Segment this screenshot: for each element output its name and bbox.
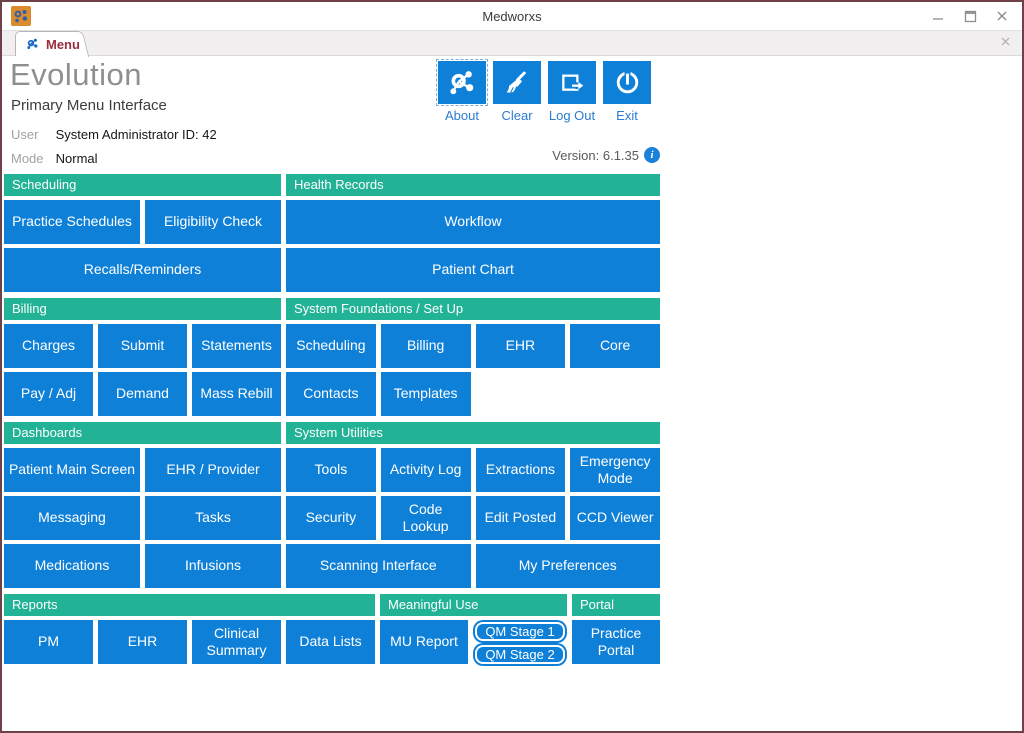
- mass-rebill-button[interactable]: Mass Rebill: [192, 372, 281, 416]
- infusions-button[interactable]: Infusions: [145, 544, 281, 588]
- broom-icon: [493, 61, 541, 104]
- info-icon[interactable]: i: [644, 147, 660, 163]
- practice-schedules-button[interactable]: Practice Schedules: [4, 200, 140, 244]
- version-row: Version: 6.1.35 i: [552, 147, 660, 163]
- exit-button[interactable]: Exit: [603, 61, 651, 123]
- my-preferences-button[interactable]: My Preferences: [476, 544, 661, 588]
- contacts-button[interactable]: Contacts: [286, 372, 376, 416]
- logout-label: Log Out: [548, 108, 596, 123]
- power-icon: [603, 61, 651, 104]
- window-controls: [930, 8, 1022, 24]
- medications-button[interactable]: Medications: [4, 544, 140, 588]
- foundations-ehr-button[interactable]: EHR: [476, 324, 566, 368]
- window-title: Medworxs: [2, 9, 1022, 24]
- statements-button[interactable]: Statements: [192, 324, 281, 368]
- main-content: Evolution Primary Menu Interface About: [2, 56, 1022, 731]
- reports-ehr-button[interactable]: EHR: [98, 620, 187, 664]
- maximize-icon[interactable]: [962, 8, 978, 24]
- messaging-button[interactable]: Messaging: [4, 496, 140, 540]
- tab-menu[interactable]: Menu: [15, 31, 77, 56]
- patient-chart-button[interactable]: Patient Chart: [286, 248, 660, 292]
- mode-row: Mode Normal: [11, 151, 98, 166]
- mode-label: Mode: [11, 151, 52, 166]
- tasks-button[interactable]: Tasks: [145, 496, 281, 540]
- workflow-button[interactable]: Workflow: [286, 200, 660, 244]
- molecule-icon: [438, 61, 486, 104]
- about-button[interactable]: About: [438, 61, 486, 123]
- section-header-dashboards: Dashboards: [4, 422, 281, 444]
- page-subtitle: Primary Menu Interface: [11, 97, 167, 114]
- clear-label: Clear: [493, 108, 541, 123]
- minimize-icon[interactable]: [930, 8, 946, 24]
- tab-strip: Menu: [2, 30, 1022, 56]
- section-scheduling: Scheduling Practice Schedules Eligibilit…: [4, 174, 281, 292]
- emergency-mode-button[interactable]: Emergency Mode: [570, 448, 660, 492]
- pay-adj-button[interactable]: Pay / Adj: [4, 372, 93, 416]
- section-dashboards: Dashboards Patient Main Screen EHR / Pro…: [4, 422, 281, 588]
- section-header-utilities: System Utilities: [286, 422, 660, 444]
- section-meaningful-use: Meaningful Use MU Report QM Stage 1 QM S…: [380, 594, 567, 666]
- section-reports: Reports PM EHR Clinical Summary Data Lis…: [4, 594, 375, 666]
- close-icon[interactable]: [994, 8, 1010, 24]
- section-header-meaningful-use: Meaningful Use: [380, 594, 567, 616]
- app-window: Medworxs Me: [0, 0, 1024, 733]
- security-button[interactable]: Security: [286, 496, 376, 540]
- clinical-summary-button[interactable]: Clinical Summary: [192, 620, 281, 664]
- section-header-billing: Billing: [4, 298, 281, 320]
- menu-grid: Scheduling Practice Schedules Eligibilit…: [4, 174, 660, 672]
- logout-button[interactable]: Log Out: [548, 61, 596, 123]
- qm-stage-1-button[interactable]: QM Stage 1: [475, 622, 565, 641]
- recalls-reminders-button[interactable]: Recalls/Reminders: [4, 248, 281, 292]
- user-row: User System Administrator ID: 42: [11, 127, 217, 142]
- mu-report-button[interactable]: MU Report: [380, 620, 468, 664]
- data-lists-button[interactable]: Data Lists: [286, 620, 375, 664]
- title-bar: Medworxs: [2, 2, 1022, 30]
- app-logo-icon: [11, 6, 31, 26]
- tab-menu-label: Menu: [46, 37, 80, 52]
- qm-stack: QM Stage 1 QM Stage 2: [473, 620, 567, 666]
- user-label: User: [11, 127, 52, 142]
- user-value: System Administrator ID: 42: [56, 127, 217, 142]
- foundations-scheduling-button[interactable]: Scheduling: [286, 324, 376, 368]
- ccd-viewer-button[interactable]: CCD Viewer: [570, 496, 660, 540]
- edit-posted-button[interactable]: Edit Posted: [476, 496, 566, 540]
- foundations-billing-button[interactable]: Billing: [381, 324, 471, 368]
- section-header-scheduling: Scheduling: [4, 174, 281, 196]
- section-portal: Portal Practice Portal: [572, 594, 660, 666]
- demand-button[interactable]: Demand: [98, 372, 187, 416]
- about-label: About: [438, 108, 486, 123]
- tools-button[interactable]: Tools: [286, 448, 376, 492]
- section-header-reports: Reports: [4, 594, 375, 616]
- exit-label: Exit: [603, 108, 651, 123]
- foundations-core-button[interactable]: Core: [570, 324, 660, 368]
- eligibility-check-button[interactable]: Eligibility Check: [145, 200, 281, 244]
- submit-button[interactable]: Submit: [98, 324, 187, 368]
- section-header-health-records: Health Records: [286, 174, 660, 196]
- section-header-portal: Portal: [572, 594, 660, 616]
- charges-button[interactable]: Charges: [4, 324, 93, 368]
- ehr-provider-button[interactable]: EHR / Provider: [145, 448, 281, 492]
- section-utilities: System Utilities Tools Activity Log Extr…: [286, 422, 660, 588]
- extractions-button[interactable]: Extractions: [476, 448, 566, 492]
- scanning-interface-button[interactable]: Scanning Interface: [286, 544, 471, 588]
- molecule-icon: [25, 37, 40, 51]
- templates-button[interactable]: Templates: [381, 372, 471, 416]
- version-text: Version: 6.1.35: [552, 148, 639, 163]
- logout-icon: [548, 61, 596, 104]
- toolbar: About Clear: [438, 61, 651, 123]
- patient-main-screen-button[interactable]: Patient Main Screen: [4, 448, 140, 492]
- practice-portal-button[interactable]: Practice Portal: [572, 620, 660, 664]
- qm-stage-2-button[interactable]: QM Stage 2: [475, 645, 565, 664]
- reports-pm-button[interactable]: PM: [4, 620, 93, 664]
- section-health-records: Health Records Workflow Patient Chart: [286, 174, 660, 292]
- mode-value: Normal: [56, 151, 98, 166]
- section-header-foundations: System Foundations / Set Up: [286, 298, 660, 320]
- section-billing: Billing Charges Submit Statements Pay / …: [4, 298, 281, 416]
- clear-button[interactable]: Clear: [493, 61, 541, 123]
- activity-log-button[interactable]: Activity Log: [381, 448, 471, 492]
- tab-close-icon[interactable]: [1000, 36, 1011, 47]
- page-title: Evolution: [10, 57, 142, 93]
- section-foundations: System Foundations / Set Up Scheduling B…: [286, 298, 660, 416]
- code-lookup-button[interactable]: Code Lookup: [381, 496, 471, 540]
